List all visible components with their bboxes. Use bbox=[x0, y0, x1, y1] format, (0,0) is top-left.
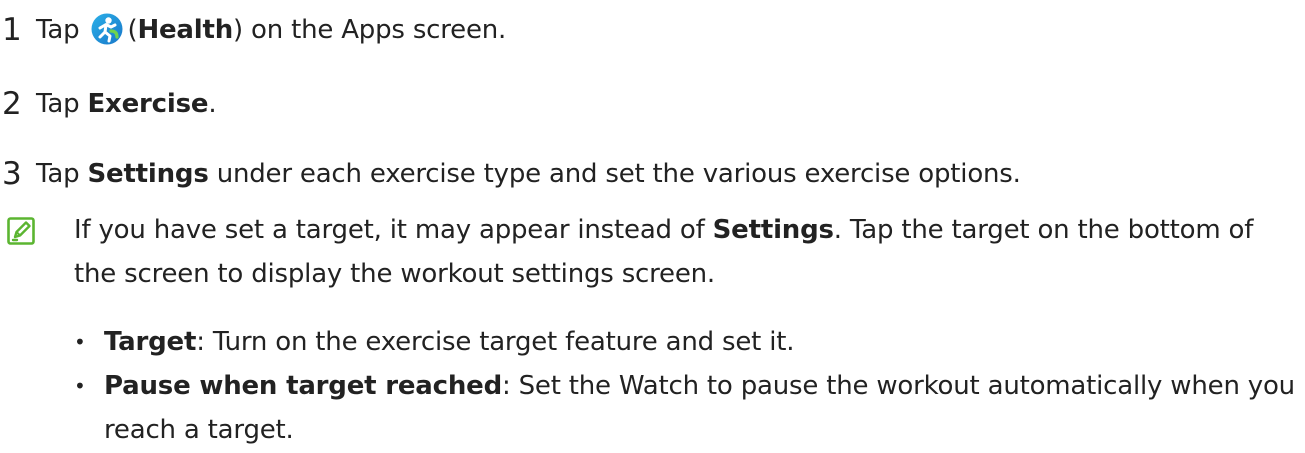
step-text: Tap Exercise. bbox=[36, 82, 217, 126]
note-text-before: If you have set a target, it may appear … bbox=[74, 215, 713, 245]
step-text-pre: Tap bbox=[36, 159, 88, 189]
step-text-post: . bbox=[208, 89, 217, 119]
step-text-bold: Exercise bbox=[87, 89, 209, 119]
bullet-bold: Target bbox=[104, 327, 197, 357]
bullet-body: Pause when target reached: Set the Watch… bbox=[74, 364, 1299, 452]
step-text-post: ) on the Apps screen. bbox=[233, 15, 507, 45]
note-pencil-icon bbox=[7, 217, 35, 245]
step-number: 1 bbox=[2, 12, 22, 48]
bullet-dot-icon: • bbox=[74, 374, 86, 398]
manual-page: 1 Tap (Health) on the Apps screen. 2 Tap… bbox=[0, 0, 1305, 453]
step-number: 3 bbox=[2, 156, 22, 192]
step-text-pre: Tap bbox=[36, 89, 88, 119]
step-text: Tap (Health) on the Apps screen. bbox=[36, 8, 506, 52]
bullet-item-target: • Target: Turn on the exercise target fe… bbox=[74, 320, 1299, 364]
bullet-body: Target: Turn on the exercise target feat… bbox=[74, 320, 1299, 364]
step-text: Tap Settings under each exercise type an… bbox=[36, 152, 1021, 196]
bullet-item-pause: • Pause when target reached: Set the Wat… bbox=[74, 364, 1299, 452]
step-text-bold: Health bbox=[137, 15, 234, 45]
step-text-pre: Tap bbox=[36, 15, 88, 45]
note-text: If you have set a target, it may appear … bbox=[74, 208, 1294, 296]
step-text-post: under each exercise type and set the var… bbox=[208, 159, 1021, 189]
step-number: 2 bbox=[2, 86, 22, 122]
step-text-bold: Settings bbox=[87, 159, 209, 189]
bullet-bold: Pause when target reached bbox=[104, 371, 502, 401]
note-text-bold: Settings bbox=[712, 215, 834, 245]
health-app-icon bbox=[91, 13, 123, 44]
bullet-text: : Turn on the exercise target feature an… bbox=[196, 327, 795, 357]
bullet-dot-icon: • bbox=[74, 330, 86, 354]
step-text-open-paren: ( bbox=[127, 15, 138, 45]
